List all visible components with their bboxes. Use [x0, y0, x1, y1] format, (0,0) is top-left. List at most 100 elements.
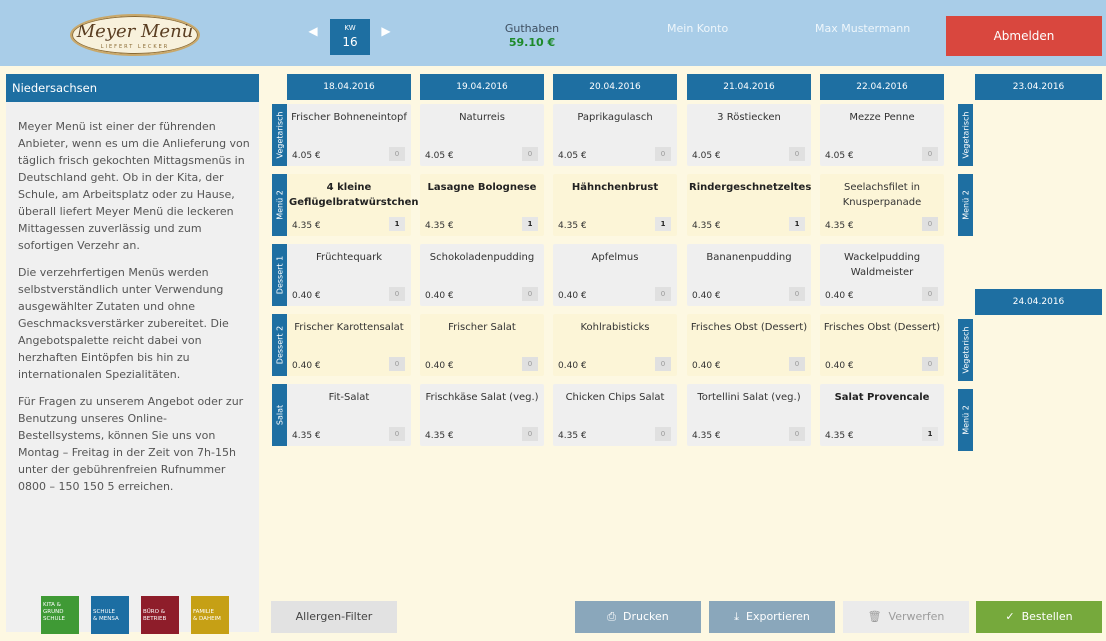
- quantity-stepper[interactable]: 1: [389, 217, 405, 231]
- quantity-stepper[interactable]: 0: [922, 217, 938, 231]
- meal-card[interactable]: Chicken Chips Salat 4.35 € 0: [553, 384, 677, 446]
- quantity-stepper[interactable]: 0: [789, 147, 805, 161]
- quantity-stepper[interactable]: 0: [789, 357, 805, 371]
- meal-name: Frisches Obst (Dessert): [690, 322, 808, 333]
- meal-card[interactable]: Frischer Karottensalat 0.40 € 0: [287, 314, 411, 376]
- category-label: Salat: [272, 384, 287, 446]
- user-name[interactable]: Max Mustermann: [815, 22, 910, 36]
- meal-price: 4.35 €: [825, 431, 854, 441]
- meal-name: Frischer Salat: [448, 322, 516, 333]
- meal-card[interactable]: Hähnchenbrust 4.35 € 1: [553, 174, 677, 236]
- category-label: Menü 2: [958, 389, 973, 451]
- category-label: Menü 2: [958, 174, 973, 236]
- quantity-stepper[interactable]: 0: [389, 287, 405, 301]
- meal-name: Bananenpudding: [706, 252, 792, 263]
- quantity-stepper[interactable]: 0: [522, 427, 538, 441]
- quantity-stepper[interactable]: 0: [389, 427, 405, 441]
- meal-name: Mezze Penne: [849, 112, 915, 123]
- meal-card[interactable]: Schokoladenpudding 0.40 € 0: [420, 244, 544, 306]
- meal-card[interactable]: Frischer Bohneneintopf 4.05 € 0: [287, 104, 411, 166]
- category-label: Menü 2: [272, 174, 287, 236]
- meal-card[interactable]: Frischer Salat 0.40 € 0: [420, 314, 544, 376]
- sidebar-title: Niedersachsen: [6, 74, 259, 102]
- familie-daheim-icon[interactable]: FAMILIE & DAHEIM: [191, 596, 229, 634]
- quantity-stepper[interactable]: 1: [655, 217, 671, 231]
- meal-card[interactable]: Apfelmus 0.40 € 0: [553, 244, 677, 306]
- meal-card[interactable]: Salat Provencale 4.35 € 1: [820, 384, 944, 446]
- kita-grundschule-icon[interactable]: KITA & GRUND SCHULE: [41, 596, 79, 634]
- quantity-stepper[interactable]: 1: [522, 217, 538, 231]
- meal-card[interactable]: Bananenpudding 0.40 € 0: [687, 244, 811, 306]
- meal-card[interactable]: Frisches Obst (Dessert) 0.40 € 0: [820, 314, 944, 376]
- meal-price: 4.35 €: [292, 431, 321, 441]
- meal-name: Chicken Chips Salat: [565, 392, 665, 403]
- meal-card[interactable]: Rindergeschnetzeltes 4.35 € 1: [687, 174, 811, 236]
- quantity-stepper[interactable]: 0: [522, 357, 538, 371]
- prev-week-arrow-icon[interactable]: ◀: [306, 21, 320, 41]
- meal-card[interactable]: Frischkäse Salat (veg.) 4.35 € 0: [420, 384, 544, 446]
- discard-button[interactable]: 🗑 Verwerfen: [843, 601, 969, 633]
- printer-icon: ⎙: [607, 610, 617, 623]
- meal-price: 4.35 €: [825, 221, 854, 231]
- sidebar-paragraph: Die verzehrfertigen Menüs werden selbstv…: [18, 266, 229, 381]
- meal-card[interactable]: Tortellini Salat (veg.) 4.35 € 0: [687, 384, 811, 446]
- meal-price: 4.05 €: [425, 151, 454, 161]
- allergen-filter-button[interactable]: Allergen-Filter: [271, 601, 397, 633]
- logout-button[interactable]: Abmelden: [946, 16, 1102, 56]
- quantity-stepper[interactable]: 0: [655, 427, 671, 441]
- next-week-arrow-icon[interactable]: ▶: [379, 21, 393, 41]
- quantity-stepper[interactable]: 1: [789, 217, 805, 231]
- meal-card[interactable]: Frisches Obst (Dessert) 0.40 € 0: [687, 314, 811, 376]
- meal-price: 0.40 €: [292, 361, 321, 371]
- print-button[interactable]: ⎙ Drucken: [575, 601, 701, 633]
- quantity-stepper[interactable]: 0: [522, 147, 538, 161]
- meal-price: 0.40 €: [692, 291, 721, 301]
- quantity-stepper[interactable]: 0: [655, 147, 671, 161]
- day-header: 18.04.2016: [287, 74, 411, 100]
- meal-price: 0.40 €: [425, 291, 454, 301]
- quantity-stepper[interactable]: 0: [922, 147, 938, 161]
- export-button[interactable]: ⤓ Exportieren: [709, 601, 835, 633]
- quantity-stepper[interactable]: 0: [655, 357, 671, 371]
- meal-name: Naturreis: [459, 112, 505, 123]
- quantity-stepper[interactable]: 1: [922, 427, 938, 441]
- meal-price: 0.40 €: [425, 361, 454, 371]
- quantity-stepper[interactable]: 0: [789, 287, 805, 301]
- category-label: Vegetarisch: [958, 319, 973, 381]
- quantity-stepper[interactable]: 0: [655, 287, 671, 301]
- mein-konto-link[interactable]: Mein Konto: [667, 22, 728, 36]
- quantity-stepper[interactable]: 0: [389, 357, 405, 371]
- category-label: Dessert 1: [272, 244, 287, 306]
- quantity-stepper[interactable]: 0: [522, 287, 538, 301]
- meal-card[interactable]: Paprikagulasch 4.05 € 0: [553, 104, 677, 166]
- meal-card[interactable]: Mezze Penne 4.05 € 0: [820, 104, 944, 166]
- meal-card[interactable]: Wackelpudding Waldmeister 0.40 € 0: [820, 244, 944, 306]
- buero-betrieb-icon[interactable]: BÜRO & BETRIEB: [141, 596, 179, 634]
- quantity-stepper[interactable]: 0: [922, 287, 938, 301]
- meal-card[interactable]: Früchtequark 0.40 € 0: [287, 244, 411, 306]
- meal-card[interactable]: Fit-Salat 4.35 € 0: [287, 384, 411, 446]
- meal-name: Früchtequark: [315, 252, 383, 263]
- meal-price: 0.40 €: [558, 361, 587, 371]
- quantity-stepper[interactable]: 0: [922, 357, 938, 371]
- checkmark-icon: ✓: [1005, 610, 1015, 623]
- meal-card[interactable]: 3 Röstiecken 4.05 € 0: [687, 104, 811, 166]
- quantity-stepper[interactable]: 0: [389, 147, 405, 161]
- schule-mensa-icon[interactable]: SCHULE & MENSA: [91, 596, 129, 634]
- meal-card[interactable]: 4 kleine Geflügelbratwürstchen 4.35 € 1: [287, 174, 418, 236]
- trash-icon: 🗑: [867, 610, 882, 623]
- segment-icons: KITA & GRUND SCHULE SCHULE & MENSA BÜRO & BE…: [41, 596, 241, 634]
- meal-name: Tortellini Salat (veg.): [697, 392, 801, 403]
- meyer-menu-logo[interactable]: Meyer Menü LIEFERT LECKER: [70, 14, 200, 56]
- meal-card[interactable]: Naturreis 4.05 € 0: [420, 104, 544, 166]
- meal-card[interactable]: Lasagne Bolognese 4.35 € 1: [420, 174, 544, 236]
- quantity-stepper[interactable]: 0: [789, 427, 805, 441]
- sidebar-paragraph: Meyer Menü ist einer der führenden Anbie…: [18, 120, 250, 252]
- meal-name: Hähnchenbrust: [571, 182, 659, 193]
- print-label: Drucken: [623, 610, 669, 623]
- order-button[interactable]: ✓ Bestellen: [976, 601, 1102, 633]
- day-header: 22.04.2016: [820, 74, 944, 100]
- meal-card[interactable]: Kohlrabisticks 0.40 € 0: [553, 314, 677, 376]
- logo-tagline: LIEFERT LECKER: [100, 44, 170, 50]
- meal-card[interactable]: Seelachsfilet in Knusperpanade 4.35 € 0: [820, 174, 944, 236]
